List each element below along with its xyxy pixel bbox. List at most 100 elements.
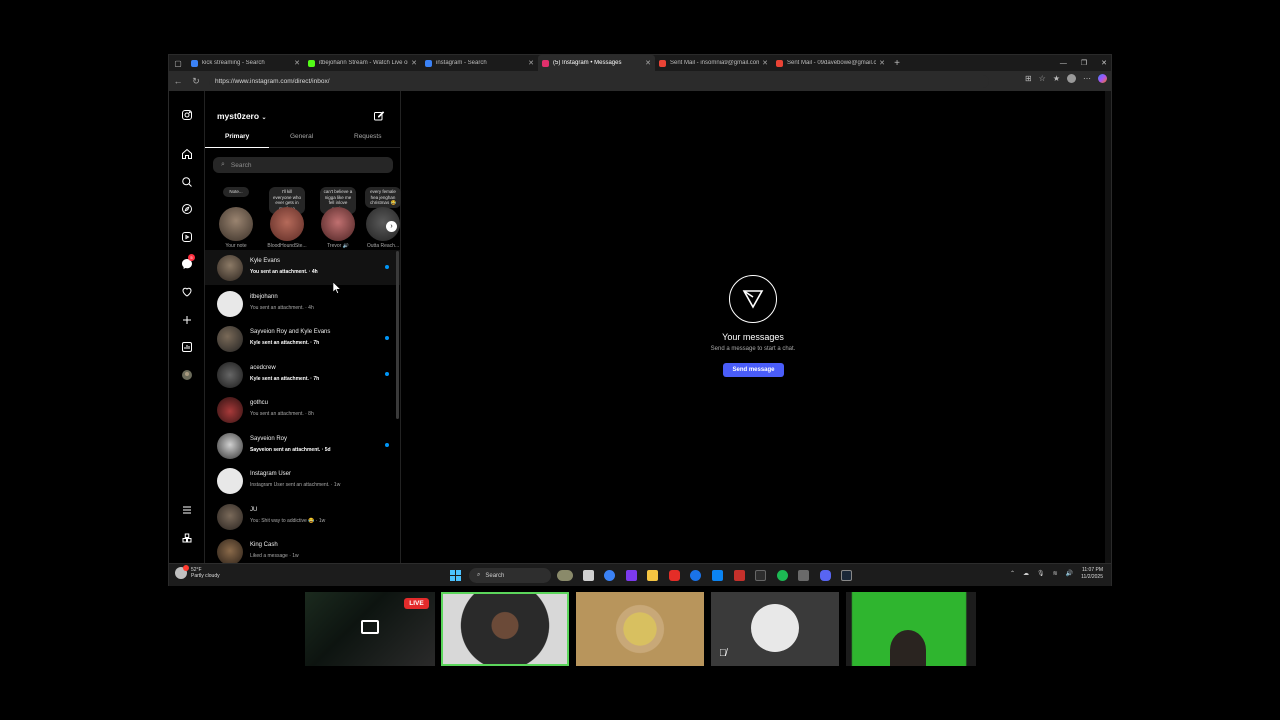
url-field[interactable]: https://www.instagram.com/direct/inbox/ [209,74,989,88]
steam-icon[interactable] [841,570,852,581]
conversation-item[interactable]: gothcu You sent an attachment. · 8h [205,392,400,427]
instagram-logo-icon[interactable] [179,107,195,123]
tab-kick-stream[interactable]: itbejohann Stream - Watch Live on ✕ [304,55,421,71]
tab-instagram-search[interactable]: instagram - Search ✕ [421,55,538,71]
stream-tile-muted[interactable]: 🎙̸ [711,592,839,666]
tab-sent-mail-2[interactable]: Sent Mail - 09davebowe@gmail.c ✕ [772,55,889,71]
reels-icon[interactable] [179,229,195,245]
tab-primary[interactable]: Primary [225,133,249,140]
page-scrollbar[interactable] [1105,91,1111,563]
close-tab-icon[interactable]: ✕ [879,59,885,67]
conversation-item[interactable]: JU You: Shit way to addictive 😂 · 1w [205,499,400,534]
microphone-icon[interactable]: 🎙 [1037,570,1045,577]
person-silhouette [890,630,926,666]
close-tab-icon[interactable]: ✕ [762,59,768,67]
conversation-item[interactable]: itbejohann You sent an attachment. · 4h [205,286,400,321]
tab-actions-icon[interactable]: ▢ [169,55,187,71]
clock[interactable]: 11:07 PM 11/2/2025 [1081,567,1103,580]
volume-icon[interactable]: 🔊 [1066,570,1073,577]
profile-avatar-icon[interactable] [179,367,195,383]
youtube-icon[interactable] [669,570,680,581]
tab-title: (5) Instagram • Messages [553,60,622,66]
home-icon[interactable] [179,146,195,162]
minimize-icon[interactable]: — [1060,60,1067,67]
windows-start-icon[interactable] [450,570,461,581]
create-icon[interactable] [179,312,195,328]
app-x-icon[interactable] [734,570,745,581]
file-explorer-icon[interactable] [647,570,658,581]
cloud-icon[interactable]: ☁ [1023,570,1029,577]
dashboard-icon[interactable] [179,339,195,355]
conversation-name: gothcu [250,400,269,406]
close-window-icon[interactable]: ✕ [1101,59,1107,67]
empty-state: Your messages Send a message to start a … [401,91,1111,563]
stream-tile-webcam[interactable] [441,592,569,666]
conversation-item[interactable]: Sayveion Roy and Kyle Evans Kyle sent an… [205,321,400,356]
discord-icon[interactable] [820,570,831,581]
search-input[interactable]: ⌕ Search [213,157,393,173]
menu-icon[interactable] [179,502,195,518]
conversation-item[interactable]: Instagram User Instagram User sent an at… [205,463,400,498]
favorites-icon[interactable]: ★ [1053,74,1060,83]
explore-icon[interactable] [179,201,195,217]
search-icon[interactable] [179,174,195,190]
refresh-icon[interactable]: ↻ [187,76,205,87]
terminal-icon[interactable] [755,570,766,581]
stream-tile-avatar[interactable] [576,592,704,666]
chevron-up-icon[interactable]: ⌃ [1010,570,1015,577]
conversation-item[interactable]: Sayveion Roy Sayveion sent an attachment… [205,428,400,463]
favorite-star-icon[interactable]: ☆ [1039,74,1046,83]
spotify-icon[interactable] [777,570,788,581]
conversation-preview: Kyle sent an attachment. · 7h [250,376,320,382]
conversation-name: King Cash [250,542,278,548]
back-icon[interactable]: ← [169,76,187,86]
copilot-icon[interactable] [1098,74,1107,83]
taskbar-search-label: Search [485,572,505,579]
meta-apps-icon[interactable] [179,530,195,546]
apps-icon[interactable]: ⊞ [1025,74,1032,83]
tab-sent-mail-1[interactable]: Sent Mail - insomnia9@gmail.com ✕ [655,55,772,71]
unread-dot [385,265,389,269]
profile-icon[interactable] [1067,74,1076,83]
compose-icon[interactable] [373,109,385,121]
messages-icon[interactable]: 5 [179,254,195,272]
chevron-right-icon[interactable]: › [386,221,397,232]
wifi-icon[interactable]: ≋ [1053,570,1058,577]
conversation-item[interactable]: acedcrew Kyle sent an attachment. · 7h [205,357,400,392]
task-view-icon[interactable] [583,570,594,581]
account-switcher[interactable]: myst0zero ⌄ [217,111,266,121]
new-tab-icon[interactable]: + [889,58,905,69]
edge-icon[interactable] [604,570,615,581]
scrollbar[interactable] [396,251,399,419]
stream-tile-greenscreen[interactable] [846,592,976,666]
screen-share-icon [361,620,379,634]
chrome-icon[interactable] [690,570,701,581]
close-tab-icon[interactable]: ✕ [294,59,300,67]
tab-requests[interactable]: Requests [354,133,381,140]
store-icon[interactable] [712,570,723,581]
weather-widget[interactable]: 52°F Partly cloudy [175,565,220,579]
close-tab-icon[interactable]: ✕ [645,59,651,67]
avatar [751,604,799,652]
note-name: Your note [225,243,247,249]
avatar [217,467,243,494]
tab-title: kick streaming - Search [202,60,265,66]
avatar [217,432,243,459]
conversation-preview: You: Shit way to addictive 😂 · 1w [250,518,326,524]
close-tab-icon[interactable]: ✕ [411,59,417,67]
close-tab-icon[interactable]: ✕ [528,59,534,67]
conversation-item[interactable]: Kyle Evans You sent an attachment. · 4h [205,250,400,285]
more-icon[interactable]: ⋯ [1083,74,1091,83]
send-message-button[interactable]: Send message [723,363,784,377]
avatar [217,538,243,563]
tab-instagram-messages[interactable]: (5) Instagram • Messages ✕ [538,55,655,71]
tab-kick-search[interactable]: kick streaming - Search ✕ [187,55,304,71]
conversation-item[interactable]: King Cash Liked a message · 1w [205,534,400,563]
teams-icon[interactable] [626,570,637,581]
app-icon[interactable] [798,570,809,581]
tab-general[interactable]: General [290,133,313,140]
taskbar-search[interactable]: ⌕ Search [469,568,551,583]
notifications-heart-icon[interactable] [179,284,195,300]
widgets-icon[interactable] [557,570,573,581]
restore-icon[interactable]: ❐ [1081,59,1087,67]
